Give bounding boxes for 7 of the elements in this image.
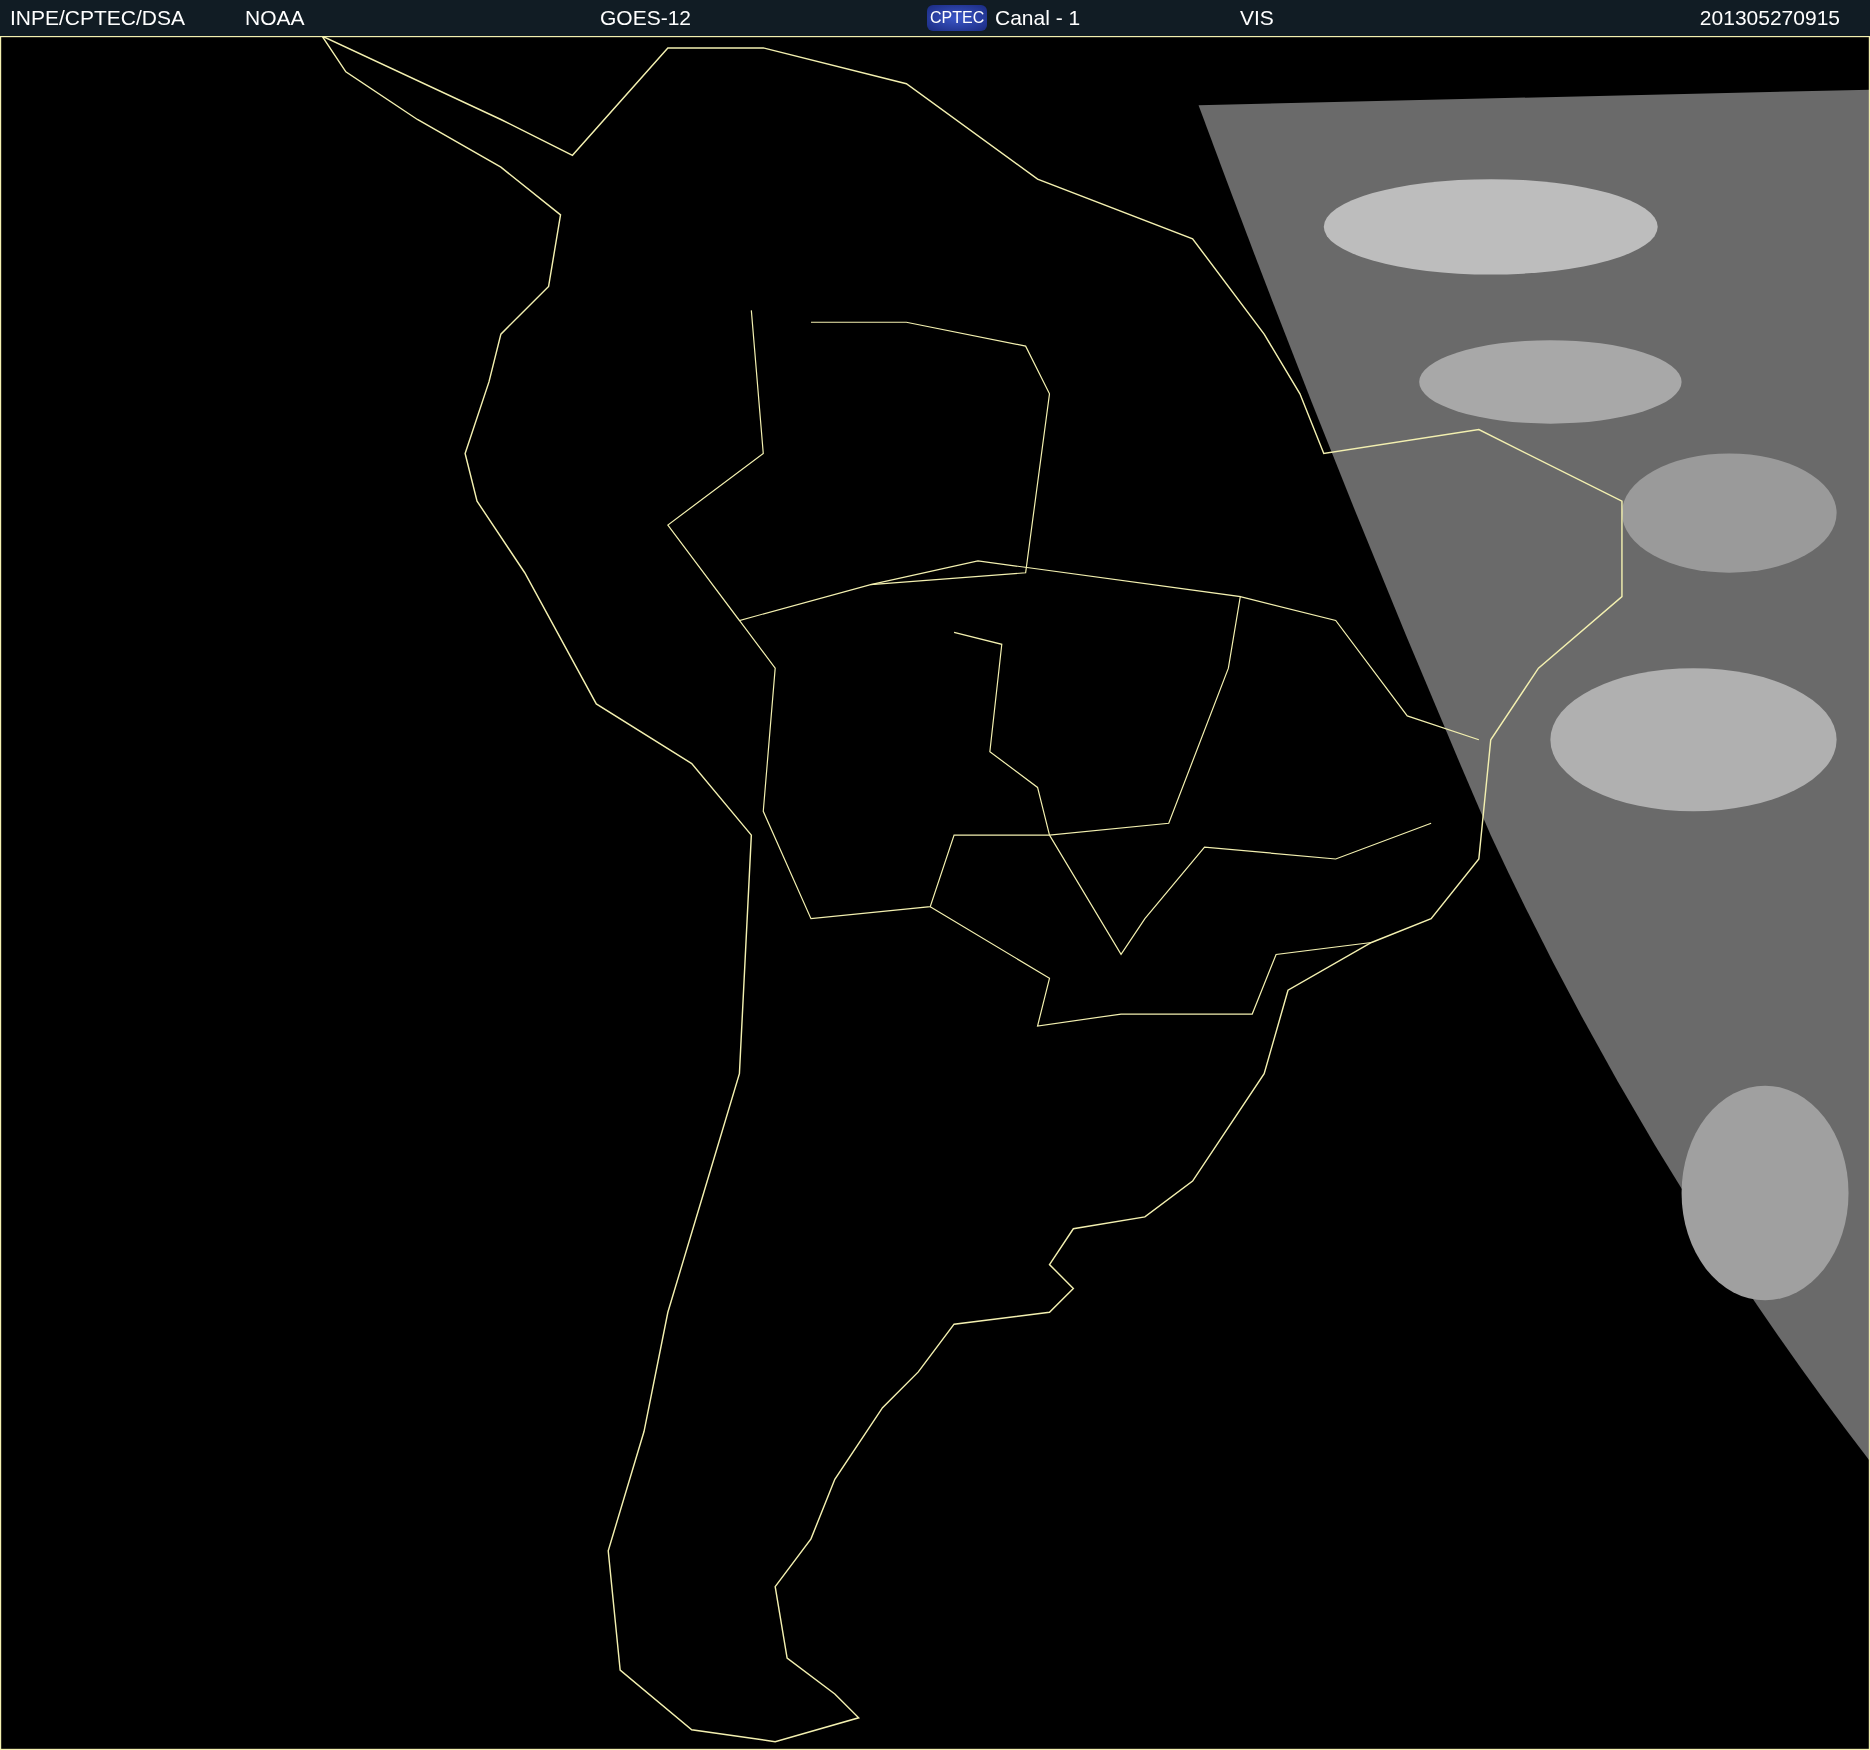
agency-label: NOAA xyxy=(245,6,305,30)
satellite-label: GOES-12 xyxy=(600,6,692,30)
logo: CPTEC xyxy=(927,5,988,31)
timestamp-label: 201305270915 xyxy=(1699,6,1841,30)
source-label: INPE/CPTEC/DSA xyxy=(10,6,186,30)
channel-label: Canal - 1 xyxy=(995,6,1081,30)
band-label: VIS xyxy=(1240,6,1274,30)
